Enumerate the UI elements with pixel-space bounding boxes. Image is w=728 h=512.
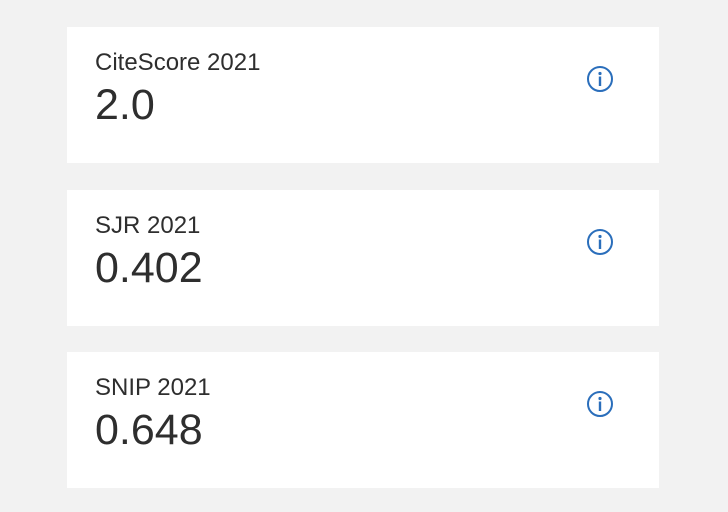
citescore-info-button[interactable]: [585, 64, 615, 94]
citescore-value: 2.0: [95, 81, 155, 129]
snip-info-button[interactable]: [585, 389, 615, 419]
sjr-info-button[interactable]: [585, 227, 615, 257]
citescore-label: CiteScore 2021: [95, 49, 261, 76]
sjr-value: 0.402: [95, 244, 203, 292]
snip-value: 0.648: [95, 406, 203, 454]
snip-label: SNIP 2021: [95, 374, 211, 401]
sjr-card: SJR 2021 0.402: [67, 190, 659, 326]
info-icon: [587, 66, 613, 92]
citescore-card: CiteScore 2021 2.0: [67, 27, 659, 163]
snip-card: SNIP 2021 0.648: [67, 352, 659, 488]
sjr-label: SJR 2021: [95, 212, 201, 239]
info-icon: [587, 229, 613, 255]
info-icon: [587, 391, 613, 417]
